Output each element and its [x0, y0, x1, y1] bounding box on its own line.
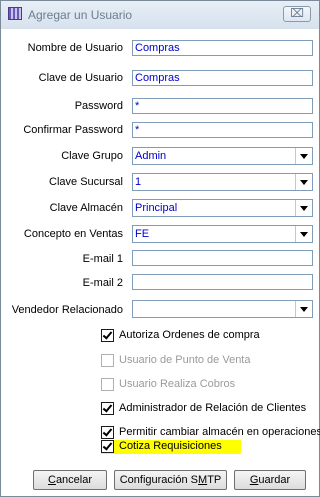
checkbox-label: Usuario Realiza Cobros [119, 378, 236, 390]
checkbox-label: Autoriza Ordenes de compra [119, 329, 260, 341]
branch-key-select[interactable]: 1 [132, 173, 313, 191]
chevron-down-icon[interactable] [295, 226, 312, 242]
chevron-down-icon[interactable] [295, 200, 312, 216]
checkbox-quotes-requisitions[interactable]: Cotiza Requisiciones [101, 440, 241, 454]
password-label: Password [74, 100, 123, 112]
smtp-config-button[interactable]: Configuración SMTP [114, 470, 227, 490]
chevron-down-icon[interactable] [295, 174, 312, 190]
sales-concept-label: Concepto en Ventas [23, 228, 123, 240]
username-label: Nombre de Usuario [27, 42, 123, 54]
save-button[interactable]: Guardar [234, 470, 306, 490]
add-user-dialog: Agregar un Usuario ⌧ Nombre de Usuario C… [0, 0, 320, 497]
chevron-down-icon[interactable] [295, 148, 312, 164]
confirm-password-label: Confirmar Password [23, 124, 123, 136]
group-key-select[interactable]: Admin [132, 147, 313, 165]
close-button[interactable]: ⌧ [283, 6, 311, 22]
email1-input[interactable] [132, 250, 313, 266]
cancel-button[interactable]: Cancelar [33, 470, 107, 490]
title-bar[interactable]: Agregar un Usuario ⌧ [1, 1, 319, 29]
user-key-label: Clave de Usuario [38, 72, 123, 84]
email1-label: E-mail 1 [82, 253, 123, 265]
group-key-label: Clave Grupo [61, 150, 123, 162]
warehouse-key-label: Clave Almacén [49, 202, 123, 214]
password-input[interactable]: * [132, 98, 313, 114]
sales-concept-value: FE [135, 228, 150, 240]
dialog-title: Agregar un Usuario [28, 8, 133, 22]
group-key-value: Admin [135, 150, 167, 162]
checkbox-label: Cotiza Requisiciones [119, 440, 222, 452]
checkbox-box[interactable] [101, 329, 114, 342]
checkmark-icon [102, 329, 113, 340]
checkbox-box[interactable] [101, 426, 114, 439]
chevron-down-icon[interactable] [295, 301, 312, 317]
checkbox-box[interactable] [101, 402, 114, 415]
checkmark-icon [102, 402, 113, 413]
related-salesperson-select[interactable] [132, 300, 313, 318]
app-window-icon [8, 7, 22, 20]
checkmark-icon [102, 440, 113, 451]
smtp-hotkey: M [198, 474, 208, 486]
smtp-label-post: TP [207, 474, 222, 486]
checkbox-box[interactable] [101, 440, 114, 453]
checkbox-label: Usuario de Punto de Venta [119, 354, 251, 366]
warehouse-key-select[interactable]: Principal [132, 199, 313, 217]
warehouse-key-value: Principal [135, 202, 178, 214]
checkbox-label: Administrador de Relación de Clientes [119, 402, 307, 414]
user-key-input[interactable]: Compras [132, 70, 313, 86]
email2-input[interactable] [132, 274, 313, 290]
checkbox-box [101, 354, 114, 367]
checkmark-icon [102, 426, 113, 437]
branch-key-label: Clave Sucursal [49, 176, 123, 188]
checkbox-label: Permitir cambiar almacén en operaciones [119, 426, 320, 438]
branch-key-value: 1 [135, 176, 142, 188]
username-input[interactable]: Compras [132, 40, 313, 56]
related-salesperson-label: Vendedor Relacionado [11, 304, 123, 316]
email2-label: E-mail 2 [82, 277, 123, 289]
cancel-label-post: ancelar [55, 474, 93, 486]
save-label-post: uardar [258, 474, 291, 486]
sales-concept-select[interactable]: FE [132, 225, 313, 243]
smtp-label-pre: Configuración S [119, 474, 199, 486]
cancel-hotkey: C [47, 474, 56, 486]
dialog-body: Nombre de Usuario Compras Clave de Usuar… [7, 29, 320, 490]
checkbox-box [101, 378, 114, 391]
confirm-password-input[interactable]: * [132, 122, 313, 138]
